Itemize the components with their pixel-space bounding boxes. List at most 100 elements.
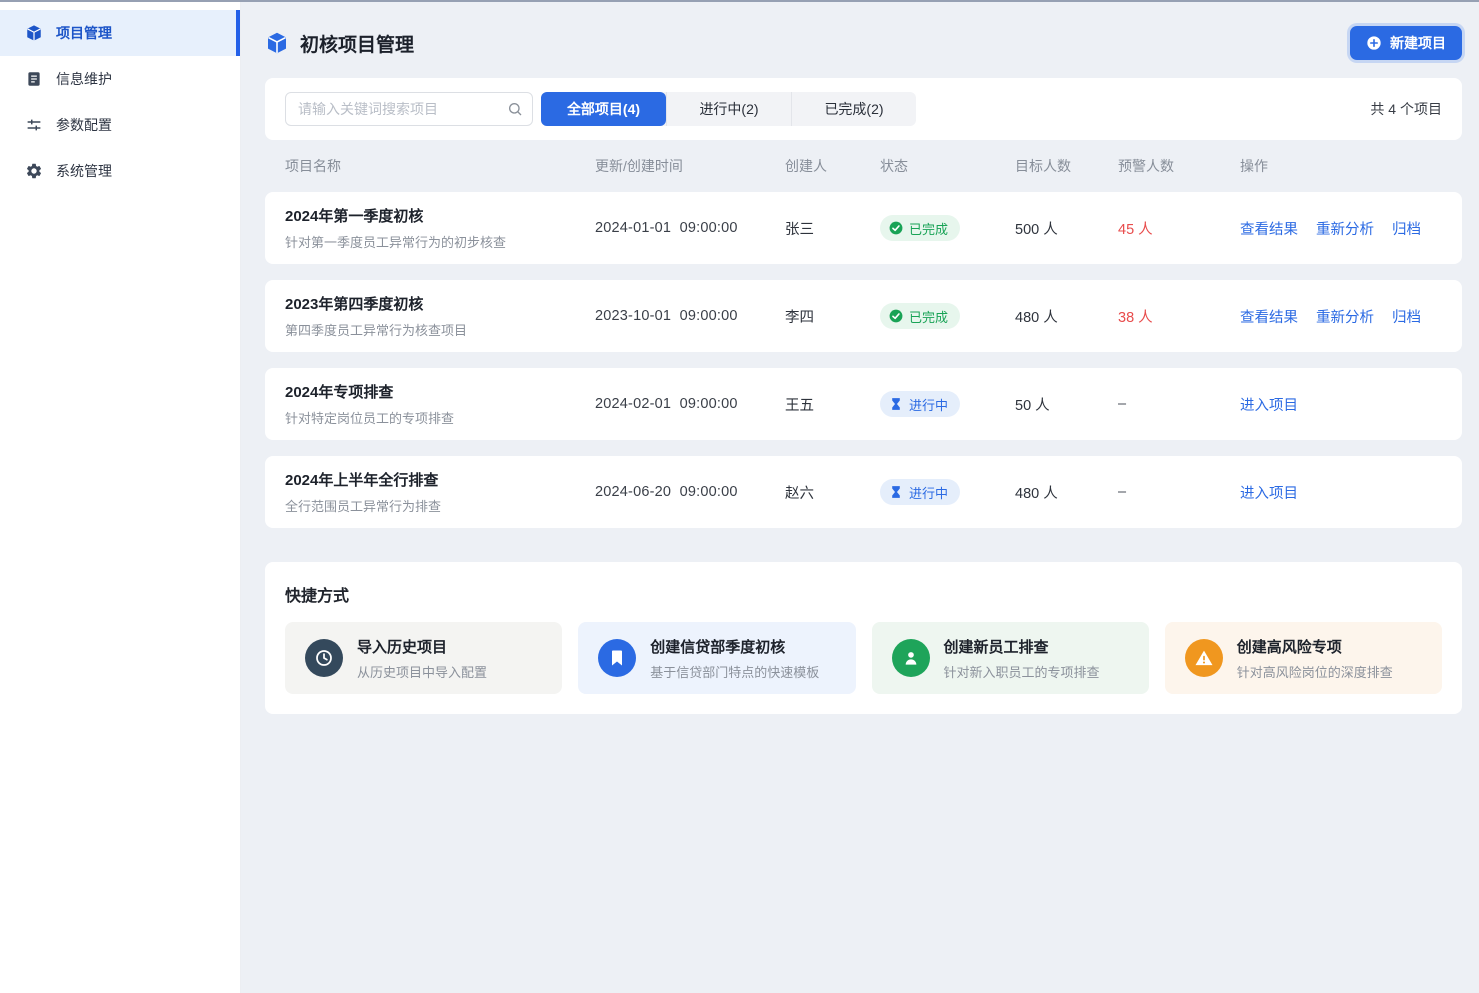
filter-tabs: 全部项目(4)进行中(2)已完成(2) — [541, 92, 916, 126]
plus-circle-icon — [1366, 35, 1382, 51]
shortcut-title: 创建信贷部季度初核 — [650, 636, 819, 657]
project-count: 共 4 个项目 — [1370, 99, 1442, 119]
project-time: 2024-02-01 09:00:00 — [595, 396, 785, 412]
action-进入项目[interactable]: 进入项目 — [1240, 394, 1298, 415]
status-badge: 进行中 — [880, 479, 960, 505]
status-label: 已完成 — [909, 307, 948, 326]
clock-icon — [305, 639, 343, 677]
project-status-cell: 已完成 — [880, 215, 1015, 241]
action-查看结果[interactable]: 查看结果 — [1240, 218, 1298, 239]
project-title: 2024年第一季度初核 — [285, 205, 595, 226]
sidebar-item-参数配置[interactable]: 参数配置 — [0, 102, 240, 148]
shortcuts-title: 快捷方式 — [285, 582, 1442, 606]
filter-tab[interactable]: 进行中(2) — [666, 92, 791, 126]
project-name-cell: 2024年第一季度初核 针对第一季度员工异常行为的初步核查 — [285, 205, 595, 251]
project-status-cell: 已完成 — [880, 303, 1015, 329]
window-top-edge — [0, 0, 1479, 2]
shortcut-text: 导入历史项目 从历史项目中导入配置 — [357, 636, 487, 681]
shortcut-description: 从历史项目中导入配置 — [357, 662, 487, 681]
bookmark-icon — [598, 639, 636, 677]
project-time: 2024-01-01 09:00:00 — [595, 220, 785, 236]
project-creator: 赵六 — [785, 482, 880, 503]
project-creator: 张三 — [785, 218, 880, 239]
project-title: 2023年第四季度初核 — [285, 293, 595, 314]
toolbar: 全部项目(4)进行中(2)已完成(2) 共 4 个项目 — [265, 78, 1462, 140]
action-重新分析[interactable]: 重新分析 — [1316, 306, 1374, 327]
project-row: 2024年专项排查 针对特定岗位员工的专项排查 2024-02-01 09:00… — [265, 368, 1462, 440]
new-project-button[interactable]: 新建项目 — [1350, 26, 1462, 60]
page-title: 初核项目管理 — [300, 30, 414, 57]
project-list: 2024年第一季度初核 针对第一季度员工异常行为的初步核查 2024-01-01… — [265, 192, 1462, 528]
column-header: 状态 — [880, 156, 1015, 176]
action-重新分析[interactable]: 重新分析 — [1316, 218, 1374, 239]
project-target-count: 480 人 — [1015, 482, 1118, 503]
shortcut-card[interactable]: 创建新员工排查 针对新入职员工的专项排查 — [872, 622, 1149, 694]
project-warning-count: 38 人 — [1118, 306, 1240, 327]
person-icon — [892, 639, 930, 677]
status-label: 已完成 — [909, 219, 948, 238]
column-header: 预警人数 — [1118, 156, 1240, 176]
cube-icon — [265, 31, 289, 55]
action-进入项目[interactable]: 进入项目 — [1240, 482, 1298, 503]
shortcut-card[interactable]: 创建信贷部季度初核 基于信贷部门特点的快速模板 — [578, 622, 855, 694]
project-name-cell: 2024年专项排查 针对特定岗位员工的专项排查 — [285, 381, 595, 427]
page-header: 初核项目管理 新建项目 — [265, 0, 1462, 60]
sidebar-item-label: 信息维护 — [56, 69, 112, 89]
sidebar-item-系统管理[interactable]: 系统管理 — [0, 148, 240, 194]
filter-tab[interactable]: 已完成(2) — [791, 92, 916, 126]
shortcut-title: 导入历史项目 — [357, 636, 487, 657]
status-badge: 已完成 — [880, 215, 960, 241]
project-title: 2024年上半年全行排查 — [285, 469, 595, 490]
project-row: 2024年第一季度初核 针对第一季度员工异常行为的初步核查 2024-01-01… — [265, 192, 1462, 264]
shortcut-text: 创建高风险专项 针对高风险岗位的深度排查 — [1237, 636, 1393, 681]
action-归档[interactable]: 归档 — [1392, 306, 1421, 327]
sidebar-item-项目管理[interactable]: 项目管理 — [0, 10, 240, 56]
project-target-count: 500 人 — [1015, 218, 1118, 239]
filter-tab[interactable]: 全部项目(4) — [541, 92, 666, 126]
project-status-cell: 进行中 — [880, 391, 1015, 417]
shortcut-card[interactable]: 导入历史项目 从历史项目中导入配置 — [285, 622, 562, 694]
shortcut-description: 针对高风险岗位的深度排查 — [1237, 662, 1393, 681]
action-查看结果[interactable]: 查看结果 — [1240, 306, 1298, 327]
status-badge: 已完成 — [880, 303, 960, 329]
project-title: 2024年专项排查 — [285, 381, 595, 402]
status-badge: 进行中 — [880, 391, 960, 417]
project-target-count: 50 人 — [1015, 394, 1118, 415]
project-warning-count: – — [1118, 484, 1240, 500]
search-input[interactable] — [285, 92, 533, 126]
hourglass-icon — [889, 397, 903, 411]
column-header: 项目名称 — [285, 156, 595, 176]
new-project-button-label: 新建项目 — [1390, 33, 1446, 53]
status-label: 进行中 — [909, 395, 948, 414]
check-circle-icon — [889, 309, 903, 323]
warning-triangle-icon — [1185, 639, 1223, 677]
search-icon[interactable] — [507, 101, 523, 117]
project-description: 第四季度员工异常行为核查项目 — [285, 320, 595, 339]
project-creator: 李四 — [785, 306, 880, 327]
shortcut-text: 创建新员工排查 针对新入职员工的专项排查 — [944, 636, 1100, 681]
project-status-cell: 进行中 — [880, 479, 1015, 505]
check-circle-icon — [889, 221, 903, 235]
sidebar-item-label: 项目管理 — [56, 23, 112, 43]
gear-icon — [25, 162, 43, 180]
main-content: 初核项目管理 新建项目 全部项目(4)进行中(2)已完成(2) 共 4 个项目 … — [241, 0, 1479, 993]
project-description: 全行范围员工异常行为排查 — [285, 496, 595, 515]
shortcut-title: 创建高风险专项 — [1237, 636, 1393, 657]
project-time: 2023-10-01 09:00:00 — [595, 308, 785, 324]
document-icon — [25, 70, 43, 88]
project-actions: 查看结果重新分析归档 — [1240, 306, 1442, 327]
cube-icon — [25, 24, 43, 42]
project-warning-count: 45 人 — [1118, 218, 1240, 239]
column-header: 目标人数 — [1015, 156, 1118, 176]
search-wrap — [285, 92, 533, 126]
shortcut-description: 针对新入职员工的专项排查 — [944, 662, 1100, 681]
action-归档[interactable]: 归档 — [1392, 218, 1421, 239]
project-target-count: 480 人 — [1015, 306, 1118, 327]
sidebar: 项目管理 信息维护 参数配置 系统管理 — [0, 0, 241, 993]
project-creator: 王五 — [785, 394, 880, 415]
sidebar-item-信息维护[interactable]: 信息维护 — [0, 56, 240, 102]
shortcuts-panel: 快捷方式 导入历史项目 从历史项目中导入配置 创建信贷部季度初核 基于信贷部门特… — [265, 562, 1462, 714]
sidebar-item-label: 系统管理 — [56, 161, 112, 181]
project-row: 2024年上半年全行排查 全行范围员工异常行为排查 2024-06-20 09:… — [265, 456, 1462, 528]
shortcut-card[interactable]: 创建高风险专项 针对高风险岗位的深度排查 — [1165, 622, 1442, 694]
